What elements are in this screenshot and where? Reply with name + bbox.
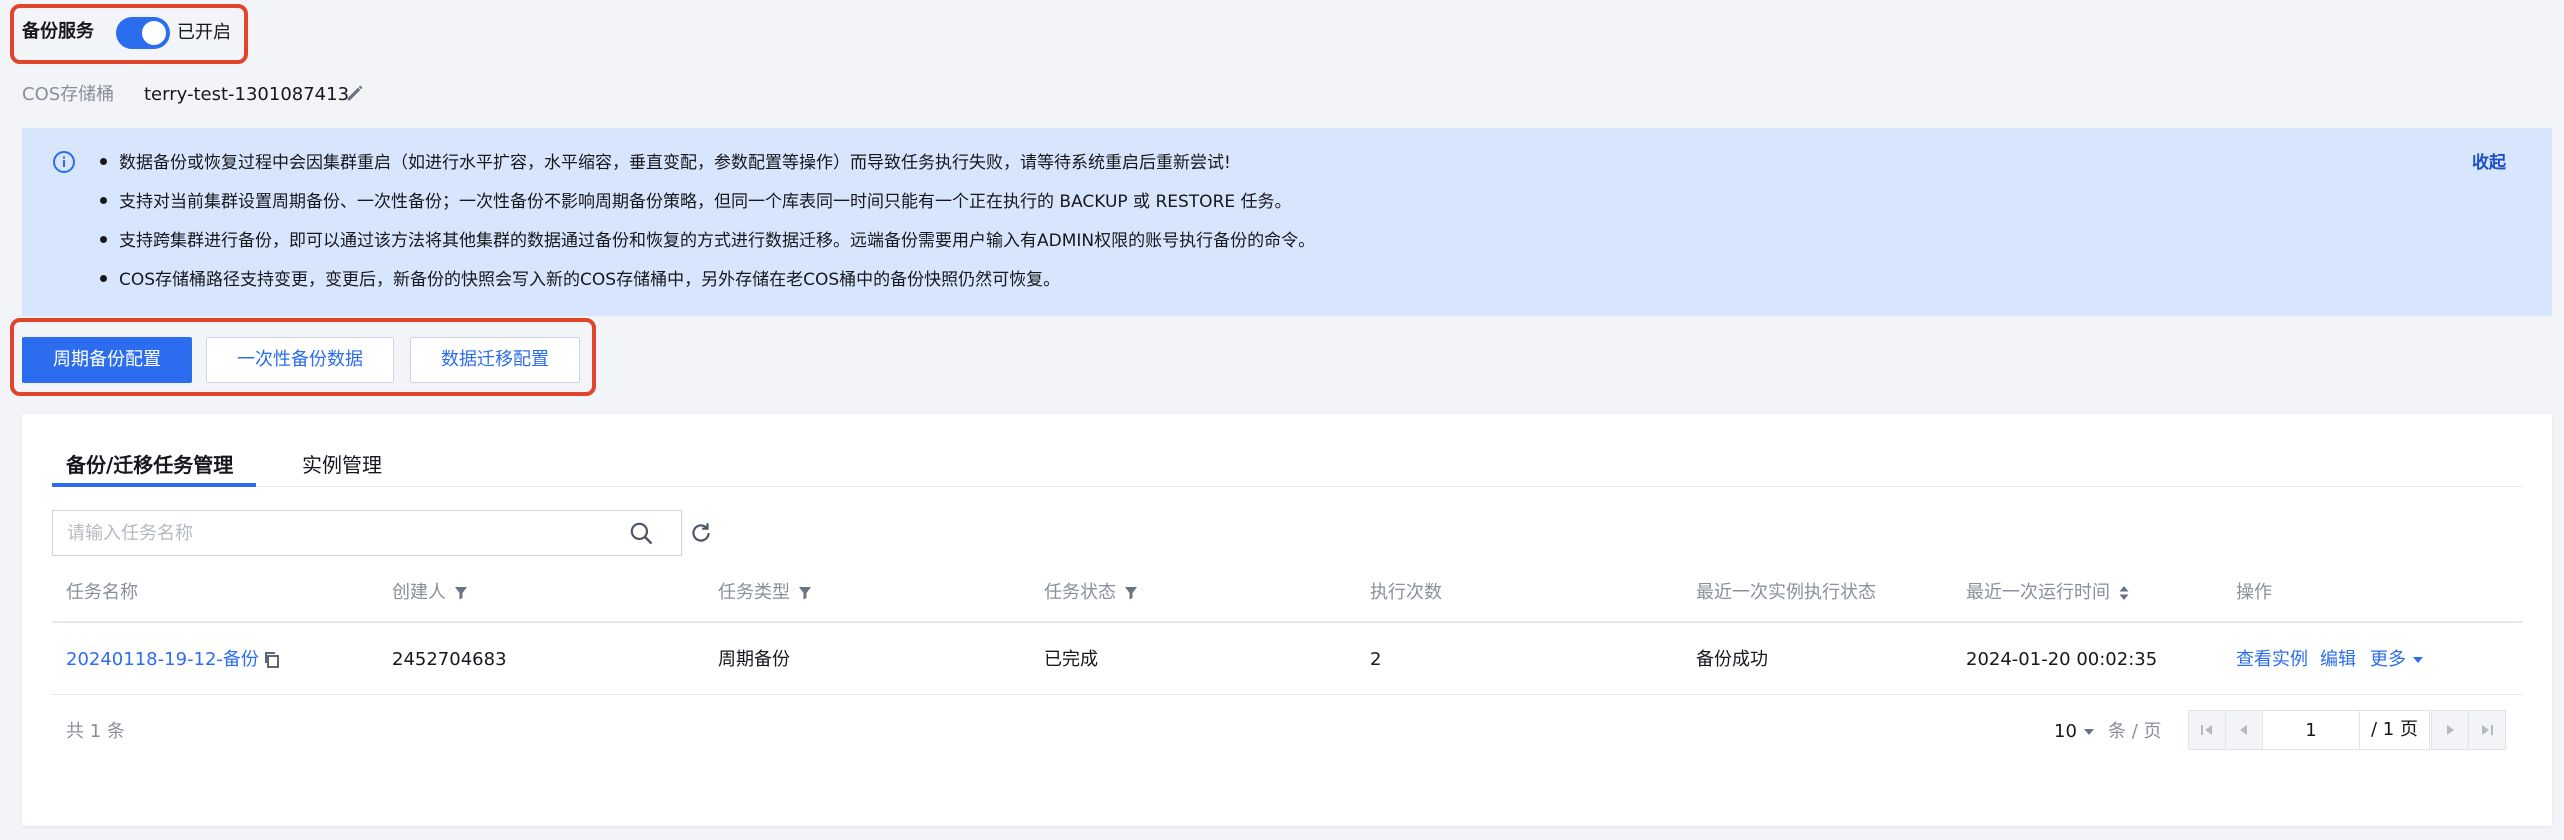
- next-page-button[interactable]: [2431, 710, 2469, 750]
- bullet-dot: [100, 196, 107, 204]
- cos-bucket-value: terry-test-1301087413: [144, 84, 350, 105]
- cos-bucket-label: COS存储桶: [22, 84, 115, 105]
- prev-page-button[interactable]: [2225, 710, 2263, 750]
- filter-icon[interactable]: [798, 586, 812, 600]
- more-label: 更多: [2370, 649, 2406, 670]
- col-header-runs: 执行次数: [1370, 580, 1442, 606]
- col-header-ops: 操作: [2236, 580, 2272, 606]
- task-type: 周期备份: [718, 649, 790, 670]
- next-page-icon: [2447, 725, 2454, 735]
- task-status: 已完成: [1044, 649, 1098, 670]
- col-header-text: 任务状态: [1044, 582, 1116, 603]
- first-page-icon: [2201, 725, 2212, 735]
- notice-item: COS存储桶路径支持变更，变更后，新备份的快照会写入新的COS存储桶中，另外存储…: [100, 269, 1060, 291]
- toggle-knob: [142, 21, 166, 45]
- collapse-link[interactable]: 收起: [2472, 152, 2506, 174]
- bullet-dot: [100, 157, 107, 165]
- edit-link[interactable]: 编辑: [2320, 647, 2356, 673]
- col-header-creator: 创建人: [392, 580, 468, 606]
- caret-down-icon: [2413, 657, 2423, 663]
- col-header-last-instance-status: 最近一次实例执行状态: [1696, 580, 1876, 606]
- tab-task-management[interactable]: 备份/迁移任务管理: [66, 450, 233, 480]
- col-header-type: 任务类型: [718, 580, 812, 606]
- filter-icon[interactable]: [454, 586, 468, 600]
- notice-item-text: 支持对当前集群设置周期备份、一次性备份；一次性备份不影响周期备份策略，但同一个库…: [119, 192, 1292, 212]
- col-header-text: 最近一次实例执行状态: [1696, 582, 1876, 603]
- search-icon[interactable]: [628, 520, 654, 546]
- task-name-link[interactable]: 20240118-19-12-备份: [66, 647, 259, 673]
- sort-icon[interactable]: [2118, 585, 2130, 601]
- view-instances-link[interactable]: 查看实例: [2236, 647, 2308, 673]
- caret-down-icon: [2083, 729, 2094, 735]
- col-header-status: 任务状态: [1044, 580, 1138, 606]
- row-divider: [52, 694, 2522, 695]
- page-size-value: 10: [2054, 721, 2077, 742]
- col-header-name: 任务名称: [66, 580, 138, 606]
- notice-item: 支持跨集群进行备份，即可以通过该方法将其他集群的数据通过备份和恢复的方式进行数据…: [100, 230, 1315, 252]
- tabs-divider: [52, 486, 2522, 487]
- header-divider: [52, 621, 2522, 623]
- col-header-text: 任务类型: [718, 582, 790, 603]
- page-number-input[interactable]: [2262, 710, 2360, 750]
- col-header-text: 最近一次运行时间: [1966, 582, 2110, 603]
- task-runs: 2: [1370, 649, 1382, 670]
- col-header-text: 创建人: [392, 582, 446, 603]
- backup-service-toggle[interactable]: [116, 17, 170, 49]
- last-page-button[interactable]: [2468, 710, 2506, 750]
- col-header-text: 执行次数: [1370, 582, 1442, 603]
- tab-instance-management[interactable]: 实例管理: [302, 450, 382, 480]
- page-size-unit: 条 / 页: [2108, 721, 2162, 742]
- total-pages: / 1 页: [2360, 710, 2430, 750]
- col-header-text: 操作: [2236, 582, 2272, 603]
- periodic-backup-config-button[interactable]: 周期备份配置: [22, 337, 192, 383]
- bullet-dot: [100, 235, 107, 243]
- more-dropdown[interactable]: 更多: [2370, 647, 2424, 673]
- col-header-last-run-time: 最近一次运行时间: [1966, 580, 2130, 606]
- notice-item: 支持对当前集群设置周期备份、一次性备份；一次性备份不影响周期备份策略，但同一个库…: [100, 191, 1292, 213]
- refresh-icon[interactable]: [688, 520, 714, 546]
- backup-service-status: 已开启: [177, 22, 231, 43]
- copy-icon[interactable]: [262, 650, 282, 670]
- prev-page-icon: [2240, 725, 2247, 735]
- active-tab-indicator: [52, 483, 256, 487]
- info-icon: [53, 151, 75, 173]
- backup-service-label: 备份服务: [22, 21, 94, 42]
- first-page-button[interactable]: [2188, 710, 2226, 750]
- task-card: [22, 414, 2552, 826]
- notice-item-text: COS存储桶路径支持变更，变更后，新备份的快照会写入新的COS存储桶中，另外存储…: [119, 270, 1061, 290]
- notice-item: 数据备份或恢复过程中会因集群重启（如进行水平扩容，水平缩容，垂直变配，参数配置等…: [100, 152, 1231, 174]
- total-count: 共 1 条: [66, 721, 125, 742]
- filter-icon[interactable]: [1124, 586, 1138, 600]
- task-search-input[interactable]: [67, 511, 627, 555]
- notice-item-text: 支持跨集群进行备份，即可以通过该方法将其他集群的数据通过备份和恢复的方式进行数据…: [119, 231, 1316, 251]
- last-page-icon: [2482, 725, 2493, 735]
- notice-item-text: 数据备份或恢复过程中会因集群重启（如进行水平扩容，水平缩容，垂直变配，参数配置等…: [119, 153, 1231, 173]
- task-last-instance-status: 备份成功: [1696, 649, 1768, 670]
- col-header-text: 任务名称: [66, 582, 138, 603]
- task-creator: 2452704683: [392, 649, 507, 670]
- data-migration-config-button[interactable]: 数据迁移配置: [410, 337, 580, 383]
- task-search-box: [52, 510, 682, 556]
- page-size-select[interactable]: 10: [2054, 719, 2095, 745]
- one-time-backup-button[interactable]: 一次性备份数据: [206, 337, 394, 383]
- edit-pencil-icon[interactable]: [344, 82, 366, 104]
- task-last-run-time: 2024-01-20 00:02:35: [1966, 649, 2158, 670]
- bullet-dot: [100, 274, 107, 282]
